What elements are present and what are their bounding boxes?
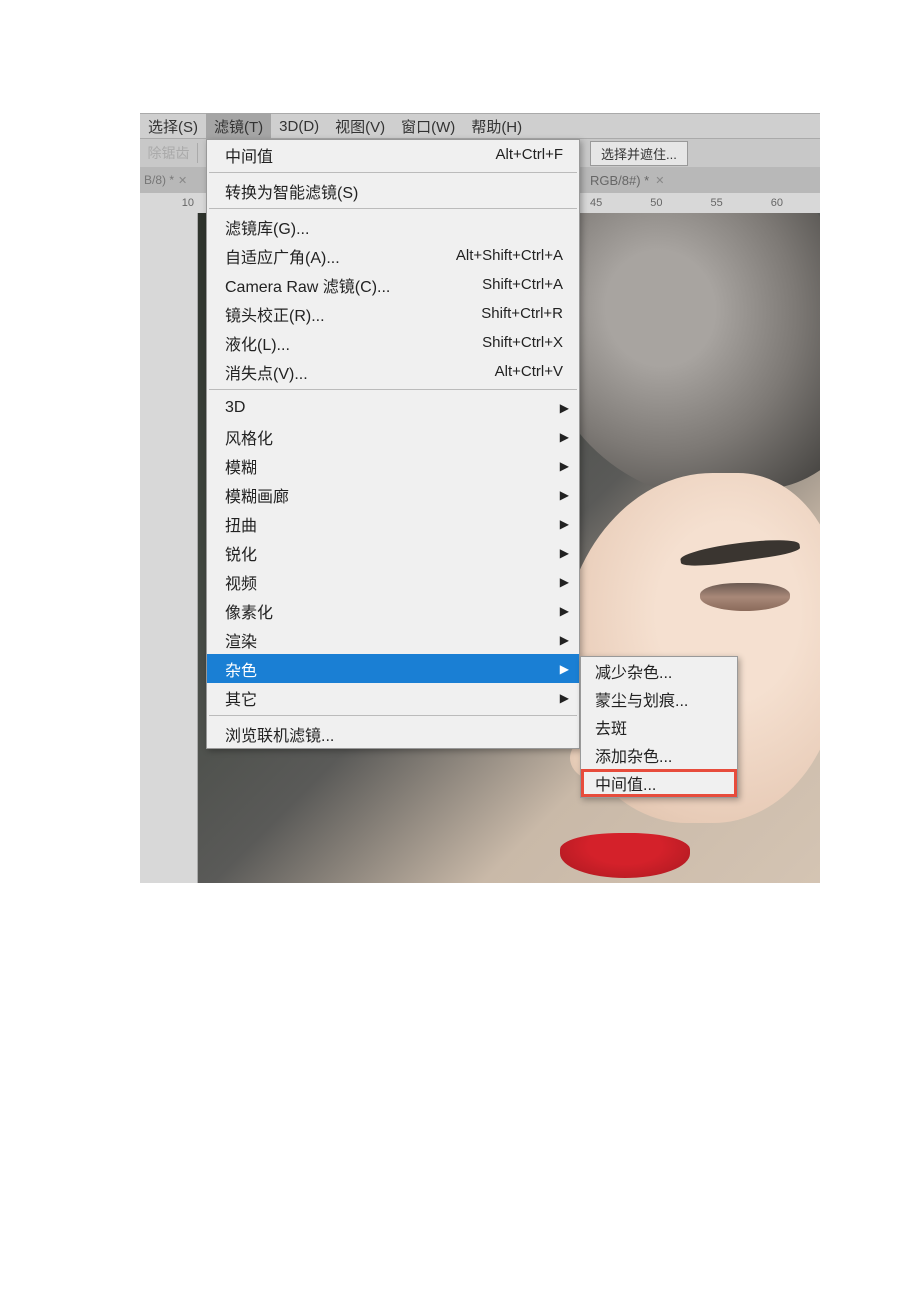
vertical-ruler (140, 213, 198, 883)
chevron-right-icon: ▶ (560, 546, 569, 560)
chevron-right-icon: ▶ (560, 459, 569, 473)
menu-item-liquify[interactable]: 液化(L)... Shift+Ctrl+X (207, 328, 579, 357)
chevron-right-icon: ▶ (560, 488, 569, 502)
menu-item-noise[interactable]: 杂色 ▶ (207, 654, 579, 683)
ruler-mark: 45 (590, 197, 602, 209)
menu-label: 风格化 (225, 425, 273, 449)
submenu-item-median[interactable]: 中间值... (581, 769, 737, 797)
menu-item-sharpen[interactable]: 锐化 ▶ (207, 538, 579, 567)
menu-bar: 选择(S) 滤镜(T) 3D(D) 视图(V) 窗口(W) 帮助(H) (140, 113, 820, 139)
menu-item-stylize[interactable]: 风格化 ▶ (207, 422, 579, 451)
image-content (560, 833, 690, 878)
menu-item-blur-gallery[interactable]: 模糊画廊 ▶ (207, 480, 579, 509)
tab-label-right: RGB/8#) * (590, 173, 649, 188)
tab-label-left: B/8) * (144, 173, 174, 187)
menu-item-other[interactable]: 其它 ▶ (207, 683, 579, 712)
menu-label: 模糊 (225, 454, 257, 478)
menu-item-distort[interactable]: 扭曲 ▶ (207, 509, 579, 538)
menu-select[interactable]: 选择(S) (140, 113, 206, 140)
chevron-right-icon: ▶ (560, 633, 569, 647)
menu-item-browse-online[interactable]: 浏览联机滤镜... (207, 719, 579, 748)
menu-item-3d[interactable]: 3D ▶ (207, 393, 579, 422)
menu-label: 杂色 (225, 657, 257, 681)
select-and-mask-button[interactable]: 选择并遮住... (590, 141, 688, 166)
menu-label: 扭曲 (225, 512, 257, 536)
chevron-right-icon: ▶ (560, 604, 569, 618)
menu-item-vanishing-point[interactable]: 消失点(V)... Alt+Ctrl+V (207, 357, 579, 386)
menu-item-lens-correction[interactable]: 镜头校正(R)... Shift+Ctrl+R (207, 299, 579, 328)
menu-shortcut: Shift+Ctrl+X (482, 334, 563, 351)
chevron-right-icon: ▶ (560, 517, 569, 531)
menu-3d[interactable]: 3D(D) (271, 115, 327, 138)
menu-item-render[interactable]: 渲染 ▶ (207, 625, 579, 654)
ruler-mark: 10 (182, 197, 194, 209)
ruler-corner: 10 (140, 193, 198, 213)
submenu-item-despeckle[interactable]: 去斑 (581, 713, 737, 741)
menu-label: 模糊画廊 (225, 483, 289, 507)
menu-separator (209, 389, 577, 390)
menu-help[interactable]: 帮助(H) (463, 113, 530, 140)
ruler-mark: 55 (711, 197, 723, 209)
menu-shortcut: Alt+Ctrl+V (495, 363, 563, 380)
noise-submenu: 减少杂色... 蒙尘与划痕... 去斑 添加杂色... 中间值... (580, 656, 738, 798)
chevron-right-icon: ▶ (560, 691, 569, 705)
document-tab-left[interactable]: B/8) * ✕ (140, 173, 198, 187)
menu-label: 自适应广角(A)... (225, 244, 340, 268)
menu-window[interactable]: 窗口(W) (393, 113, 463, 140)
menu-label: 浏览联机滤镜... (225, 722, 334, 746)
menu-label: 液化(L)... (225, 331, 290, 355)
ruler-mark: 50 (650, 197, 662, 209)
chevron-right-icon: ▶ (560, 401, 569, 415)
antialias-label: 除锯齿 (140, 143, 198, 163)
chevron-right-icon: ▶ (560, 662, 569, 676)
menu-separator (209, 172, 577, 173)
menu-shortcut: Shift+Ctrl+A (482, 276, 563, 293)
menu-item-video[interactable]: 视频 ▶ (207, 567, 579, 596)
menu-label: 其它 (225, 686, 257, 710)
menu-item-pixelate[interactable]: 像素化 ▶ (207, 596, 579, 625)
menu-label: 转换为智能滤镜(S) (225, 179, 358, 203)
ruler-marks: 45 50 55 60 (590, 193, 783, 213)
menu-label: 镜头校正(R)... (225, 302, 325, 326)
submenu-item-dust-scratches[interactable]: 蒙尘与划痕... (581, 685, 737, 713)
close-icon[interactable]: ✕ (655, 174, 664, 187)
submenu-item-reduce-noise[interactable]: 减少杂色... (581, 657, 737, 685)
menu-label: 滤镜库(G)... (225, 215, 309, 239)
image-content (700, 583, 790, 611)
chevron-right-icon: ▶ (560, 575, 569, 589)
menu-separator (209, 208, 577, 209)
menu-label: 3D (225, 399, 245, 417)
filter-dropdown-menu: 中间值 Alt+Ctrl+F 转换为智能滤镜(S) 滤镜库(G)... 自适应广… (206, 139, 580, 749)
menu-view[interactable]: 视图(V) (327, 113, 393, 140)
menu-filter[interactable]: 滤镜(T) (206, 113, 271, 140)
menu-label: 锐化 (225, 541, 257, 565)
close-icon[interactable]: ✕ (178, 174, 187, 187)
menu-item-filter-gallery[interactable]: 滤镜库(G)... (207, 212, 579, 241)
menu-label: Camera Raw 滤镜(C)... (225, 273, 390, 297)
ruler-mark: 60 (771, 197, 783, 209)
chevron-right-icon: ▶ (560, 430, 569, 444)
menu-label: 视频 (225, 570, 257, 594)
menu-separator (209, 715, 577, 716)
menu-shortcut: Shift+Ctrl+R (481, 305, 563, 322)
menu-item-last-filter[interactable]: 中间值 Alt+Ctrl+F (207, 140, 579, 169)
submenu-item-add-noise[interactable]: 添加杂色... (581, 741, 737, 769)
menu-label: 渲染 (225, 628, 257, 652)
menu-label: 消失点(V)... (225, 360, 308, 384)
menu-label: 像素化 (225, 599, 273, 623)
menu-label: 中间值 (225, 143, 273, 167)
document-tab-right[interactable]: RGB/8#) * ✕ (590, 173, 664, 188)
menu-shortcut: Alt+Shift+Ctrl+A (456, 247, 563, 264)
menu-item-convert-smart[interactable]: 转换为智能滤镜(S) (207, 176, 579, 205)
menu-item-camera-raw[interactable]: Camera Raw 滤镜(C)... Shift+Ctrl+A (207, 270, 579, 299)
menu-item-blur[interactable]: 模糊 ▶ (207, 451, 579, 480)
menu-item-adaptive-wide-angle[interactable]: 自适应广角(A)... Alt+Shift+Ctrl+A (207, 241, 579, 270)
photoshop-window: 选择(S) 滤镜(T) 3D(D) 视图(V) 窗口(W) 帮助(H) 除锯齿 … (140, 113, 820, 883)
menu-shortcut: Alt+Ctrl+F (495, 146, 563, 163)
